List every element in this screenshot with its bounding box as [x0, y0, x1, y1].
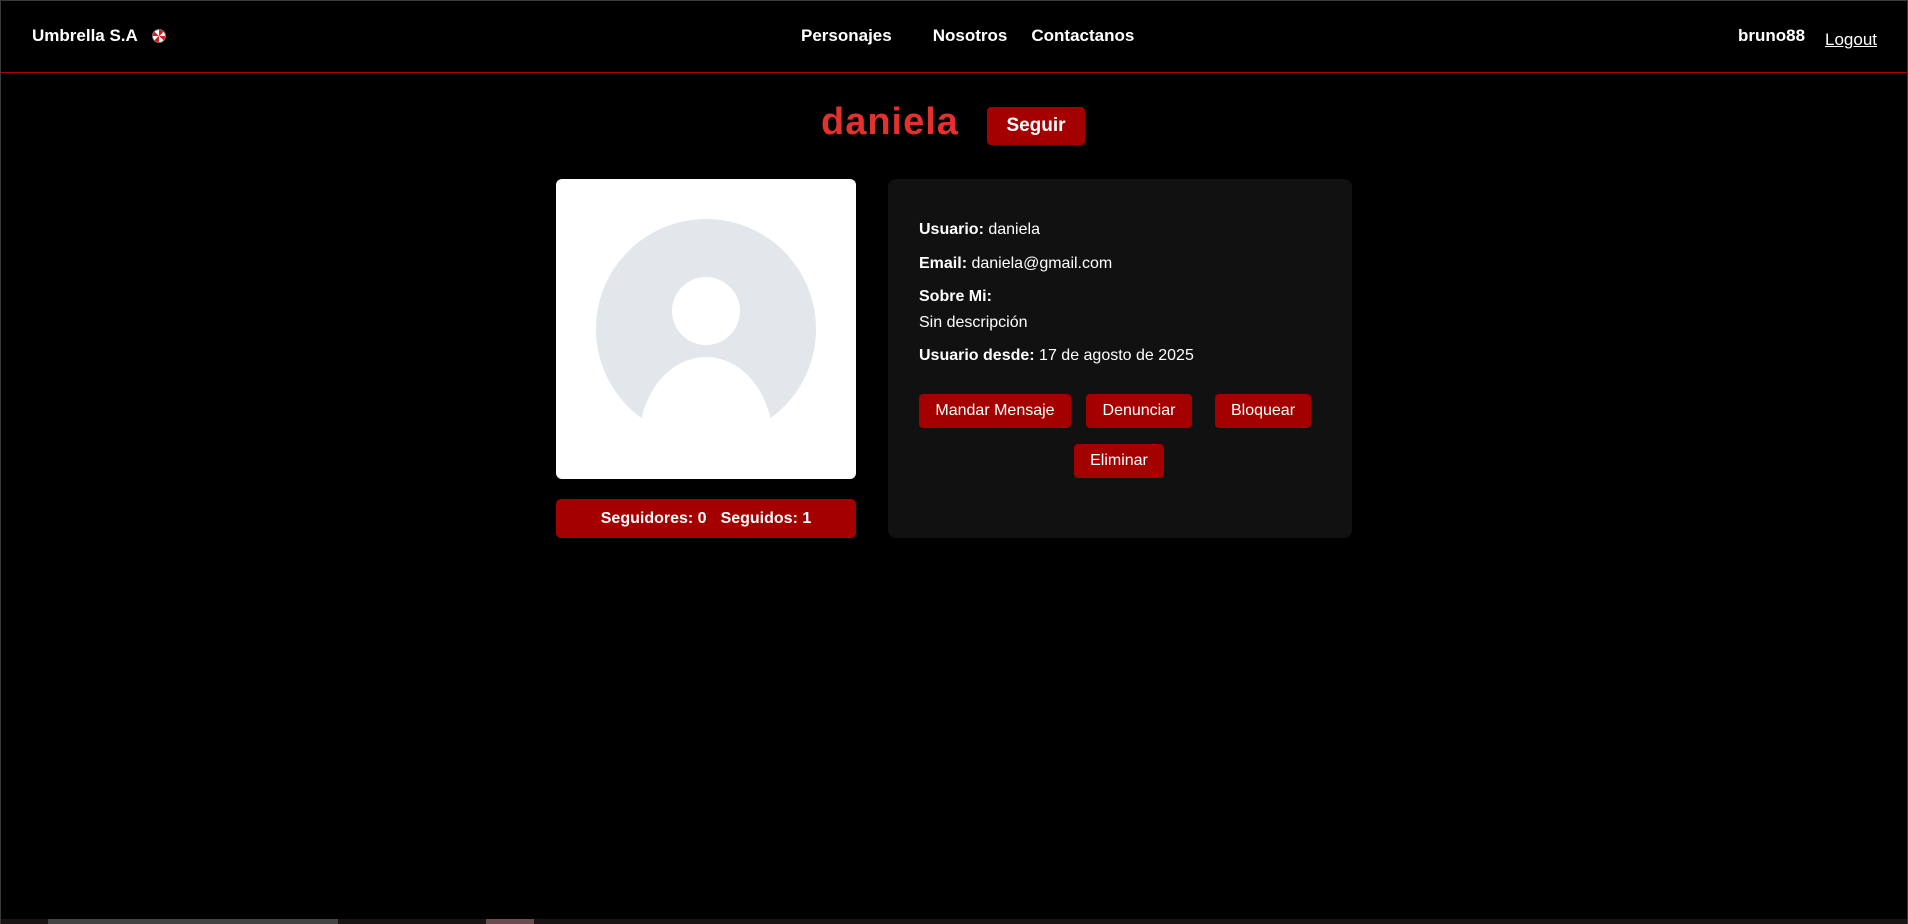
brand-name[interactable]: Umbrella S.A — [32, 26, 138, 46]
nav-link-contactanos[interactable]: Contactanos — [1031, 26, 1134, 46]
info-user-label: Usuario: — [919, 221, 984, 238]
delete-button[interactable]: Eliminar — [1074, 444, 1164, 478]
nav-links: Personajes Nosotros Contactanos — [801, 26, 1134, 46]
avatar-card — [556, 179, 856, 479]
profile-title: daniela — [821, 101, 959, 143]
info-email-value: daniela@gmail.com — [971, 255, 1113, 272]
send-message-button[interactable]: Mandar Mensaje — [919, 394, 1071, 428]
horizontal-scrollbar[interactable] — [1, 919, 1907, 924]
block-button[interactable]: Bloquear — [1215, 394, 1311, 428]
logout-link[interactable]: Logout — [1825, 30, 1877, 50]
following-count[interactable]: Seguidos: 1 — [721, 510, 812, 528]
follow-button[interactable]: Seguir — [987, 107, 1085, 145]
current-username[interactable]: bruno88 — [1738, 26, 1805, 46]
nav-link-personajes[interactable]: Personajes — [801, 26, 892, 46]
info-since-label: Usuario desde: — [919, 347, 1035, 364]
info-about-label-text: Sobre Mi: — [919, 288, 992, 305]
info-since-value: 17 de agosto de 2025 — [1039, 347, 1194, 364]
nav-link-nosotros[interactable]: Nosotros — [933, 26, 1008, 46]
info-user: Usuario: daniela — [919, 221, 1040, 239]
followers-count[interactable]: Seguidores: 0 — [601, 510, 707, 528]
info-about-value: Sin descripción — [919, 314, 1028, 331]
info-since: Usuario desde: 17 de agosto de 2025 — [919, 347, 1194, 365]
info-about-label: Sobre Mi: — [919, 288, 992, 306]
info-user-value: daniela — [988, 221, 1040, 238]
scrollbar-thumb-secondary[interactable] — [486, 919, 534, 924]
report-button[interactable]: Denunciar — [1086, 394, 1192, 428]
scrollbar-thumb[interactable] — [48, 919, 338, 924]
umbrella-logo-icon — [151, 29, 166, 43]
info-email: Email: daniela@gmail.com — [919, 255, 1112, 273]
follow-stats: Seguidores: 0 Seguidos: 1 — [556, 499, 856, 538]
navbar: Umbrella S.A Personajes Nosotros Contact… — [1, 1, 1907, 73]
page: Umbrella S.A Personajes Nosotros Contact… — [0, 0, 1908, 924]
default-avatar-icon — [596, 219, 816, 439]
brand[interactable]: Umbrella S.A — [32, 26, 166, 46]
profile-info-card: Usuario: daniela Email: daniela@gmail.co… — [888, 179, 1352, 538]
info-email-label: Email: — [919, 255, 968, 272]
